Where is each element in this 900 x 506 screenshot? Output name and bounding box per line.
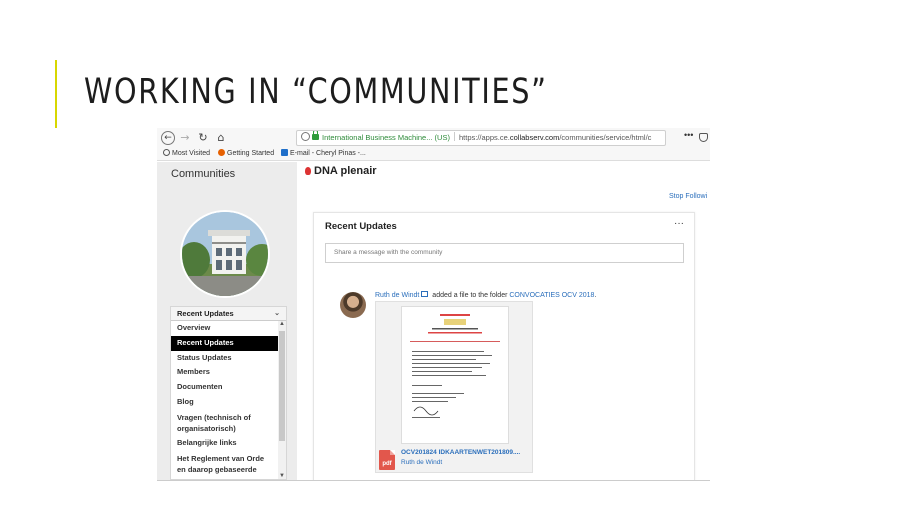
nav-item-belangrijke-links[interactable]: Belangrijke links (171, 436, 279, 451)
community-title: DNA plenair (305, 165, 377, 177)
nav-dropdown[interactable]: Recent Updates ⌄ (171, 307, 286, 321)
stop-following-link[interactable]: Stop Followi (669, 193, 707, 200)
gear-icon (163, 149, 170, 156)
author-link[interactable]: Ruth de Windt (375, 292, 419, 299)
scroll-down-icon[interactable]: ▼ (278, 473, 286, 479)
url-text[interactable]: https://apps.ce.collabserv.com/communiti… (459, 133, 651, 142)
share-message-input[interactable]: Share a message with the community (325, 243, 684, 263)
nav-scrollbar[interactable]: ▲ ▼ (278, 321, 286, 479)
card-title: Recent Updates (325, 221, 397, 232)
arrow-right-icon[interactable]: → (178, 131, 192, 145)
chevron-down-icon[interactable]: ⌄ (274, 307, 280, 321)
update-entry-text: Ruth de Windt added a file to the folder… (375, 291, 597, 299)
document-thumbnail[interactable] (401, 306, 509, 444)
communities-screenshot: ← → ↻ ⌂ International Business Machine..… (157, 128, 710, 481)
nav-item-blog[interactable]: Blog (171, 395, 279, 410)
nav-item-reglement[interactable]: Het Reglement van Orde en daarop gebasee… (171, 451, 279, 477)
community-logo (180, 210, 270, 298)
file-preview[interactable]: pdf OCV201824 IDKAARTENWET201809.... Rut… (375, 301, 533, 473)
scroll-thumb[interactable] (279, 331, 285, 441)
file-owner-link[interactable]: Ruth de Windt (401, 459, 442, 466)
outlook-icon (281, 149, 288, 156)
nav-item-vragen[interactable]: Vragen (technisch of organisatorisch) (171, 410, 279, 436)
title-accent-bar (55, 60, 57, 128)
firefox-icon (218, 149, 225, 156)
more-options-icon[interactable]: ··· (674, 218, 684, 229)
nav-item-overview[interactable]: Overview (171, 321, 279, 336)
bookmark-getting-started[interactable]: Getting Started (218, 148, 274, 160)
scroll-up-icon[interactable]: ▲ (278, 321, 286, 327)
nav-item-documenten[interactable]: Documenten (171, 380, 279, 395)
home-icon[interactable]: ⌂ (214, 131, 228, 145)
sidebar-title[interactable]: Communities (171, 168, 235, 180)
nav-item-members[interactable]: Members (171, 365, 279, 380)
avatar[interactable] (340, 292, 366, 318)
slide-title: WORKING IN “COMMUNITIES” (84, 72, 548, 112)
community-nav: Recent Updates ⌄ Overview Recent Updates … (170, 306, 287, 480)
lock-icon (312, 131, 319, 140)
recent-updates-card: Recent Updates ··· Share a message with … (313, 212, 695, 480)
info-icon[interactable] (301, 132, 310, 141)
pocket-icon[interactable] (699, 133, 708, 142)
nav-list: Overview Recent Updates Status Updates M… (171, 321, 279, 477)
file-name-link[interactable]: OCV201824 IDKAARTENWET201809.... (401, 449, 520, 456)
page-actions-icon[interactable]: ••• (684, 130, 693, 140)
arrow-left-icon[interactable]: ← (161, 131, 175, 145)
bookmark-most-visited[interactable]: Most Visited (163, 148, 210, 160)
url-bar[interactable]: International Business Machine... (US) ht… (296, 130, 666, 146)
bookmarks-bar: Most Visited Getting Started E-mail - Ch… (157, 148, 710, 161)
nav-item-recent-updates[interactable]: Recent Updates (171, 335, 279, 351)
site-identity[interactable]: International Business Machine... (US) (322, 133, 450, 142)
bookmark-email[interactable]: E-mail - Cheryl Pinas -... (281, 148, 366, 160)
browser-toolbar: ← → ↻ ⌂ International Business Machine..… (157, 128, 710, 148)
reload-icon[interactable]: ↻ (196, 131, 210, 145)
vcard-icon[interactable] (421, 291, 429, 297)
folder-link[interactable]: CONVOCATIES OCV 2018 (509, 292, 594, 299)
url-divider (453, 132, 455, 141)
sidebar: Communities Recent Updates ⌄ Overview Re… (157, 162, 297, 480)
pdf-icon: pdf (379, 450, 395, 470)
nav-item-status-updates[interactable]: Status Updates (171, 351, 279, 366)
community-icon (305, 167, 311, 175)
